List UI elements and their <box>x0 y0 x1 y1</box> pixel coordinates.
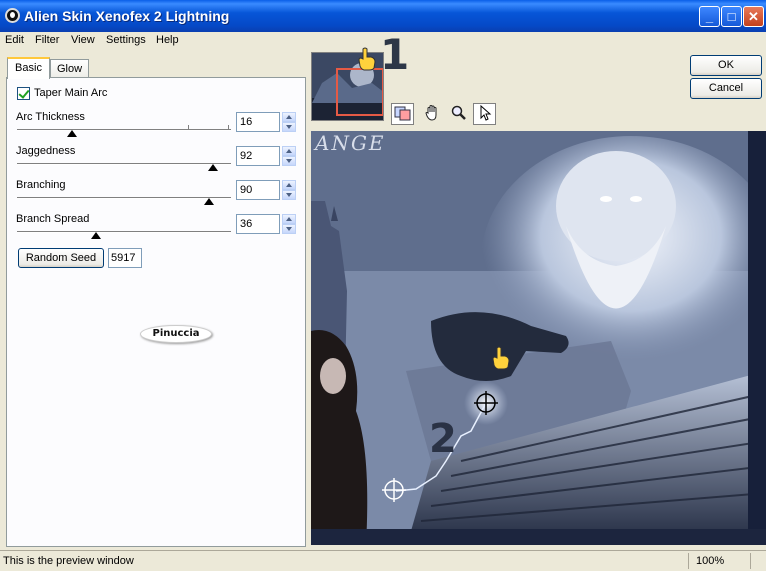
minimize-button[interactable]: _ <box>699 6 720 27</box>
status-message: This is the preview window <box>3 555 134 567</box>
step-two-marker: 2 <box>429 416 457 462</box>
title-bar[interactable]: Alien Skin Xenofex 2 Lightning _ □ ✕ <box>0 0 766 32</box>
branch-spread-field[interactable]: 36 <box>236 214 280 234</box>
pointing-hand-icon <box>492 346 510 370</box>
menu-edit[interactable]: Edit <box>5 34 24 46</box>
jaggedness-slider[interactable] <box>17 163 231 165</box>
preview-image <box>311 131 766 545</box>
arc-thickness-field[interactable]: 16 <box>236 112 280 132</box>
taper-main-arc-label: Taper Main Arc <box>34 87 108 99</box>
zoom-icon <box>451 105 466 120</box>
hand-icon <box>425 105 437 121</box>
arc-thickness-slider[interactable] <box>17 129 231 131</box>
menu-help[interactable]: Help <box>156 34 179 46</box>
arc-thickness-spinner[interactable] <box>282 112 296 132</box>
jaggedness-label: Jaggedness <box>16 145 76 157</box>
menu-view[interactable]: View <box>71 34 95 46</box>
cancel-button[interactable]: Cancel <box>690 78 762 99</box>
maximize-button[interactable]: □ <box>721 6 742 27</box>
jaggedness-spinner[interactable] <box>282 146 296 166</box>
branch-spread-slider[interactable] <box>17 231 231 233</box>
step-one-marker: 1 <box>380 30 410 79</box>
slider-tick <box>188 125 189 129</box>
preview-toggle-icon <box>394 106 411 121</box>
select-tool-button[interactable] <box>473 103 496 125</box>
status-bar: This is the preview window 100% <box>0 550 766 571</box>
close-button[interactable]: ✕ <box>743 6 764 27</box>
author-watermark: Pinuccia <box>140 325 212 343</box>
random-seed-button[interactable]: Random Seed <box>18 248 104 268</box>
branching-spinner[interactable] <box>282 180 296 200</box>
app-icon[interactable] <box>5 8 20 23</box>
preview-window[interactable]: ANGE 2 <box>311 131 766 545</box>
angel-text: ANGE <box>315 131 386 155</box>
branching-thumb[interactable] <box>204 198 214 205</box>
zoom-level: 100% <box>696 555 725 567</box>
jaggedness-thumb[interactable] <box>208 164 218 171</box>
arc-thickness-thumb[interactable] <box>67 130 77 137</box>
preview-toggle-button[interactable] <box>391 103 414 125</box>
branching-slider[interactable] <box>17 197 231 199</box>
random-seed-field[interactable]: 5917 <box>108 248 142 268</box>
branch-spread-spinner[interactable] <box>282 214 296 234</box>
jaggedness-field[interactable]: 92 <box>236 146 280 166</box>
branching-field[interactable]: 90 <box>236 180 280 200</box>
status-divider <box>688 553 689 569</box>
arrow-cursor-icon <box>480 104 492 121</box>
viewport-rectangle[interactable] <box>336 68 383 116</box>
pointing-hand-icon <box>358 47 376 71</box>
arc-thickness-label: Arc Thickness <box>16 111 85 123</box>
menu-filter[interactable]: Filter <box>35 34 59 46</box>
tab-basic[interactable]: Basic <box>7 57 50 79</box>
ok-button[interactable]: OK <box>690 55 762 76</box>
menu-settings[interactable]: Settings <box>106 34 146 46</box>
branching-label: Branching <box>16 179 66 191</box>
slider-tick <box>228 125 229 129</box>
branch-spread-thumb[interactable] <box>91 232 101 239</box>
taper-main-arc-checkbox[interactable] <box>17 87 30 100</box>
status-divider <box>750 553 751 569</box>
tab-glow[interactable]: Glow <box>50 59 89 79</box>
window-title: Alien Skin Xenofex 2 Lightning <box>24 8 230 24</box>
branch-spread-label: Branch Spread <box>16 213 90 225</box>
hand-tool-button[interactable] <box>421 103 444 125</box>
zoom-tool-button[interactable] <box>447 103 470 125</box>
